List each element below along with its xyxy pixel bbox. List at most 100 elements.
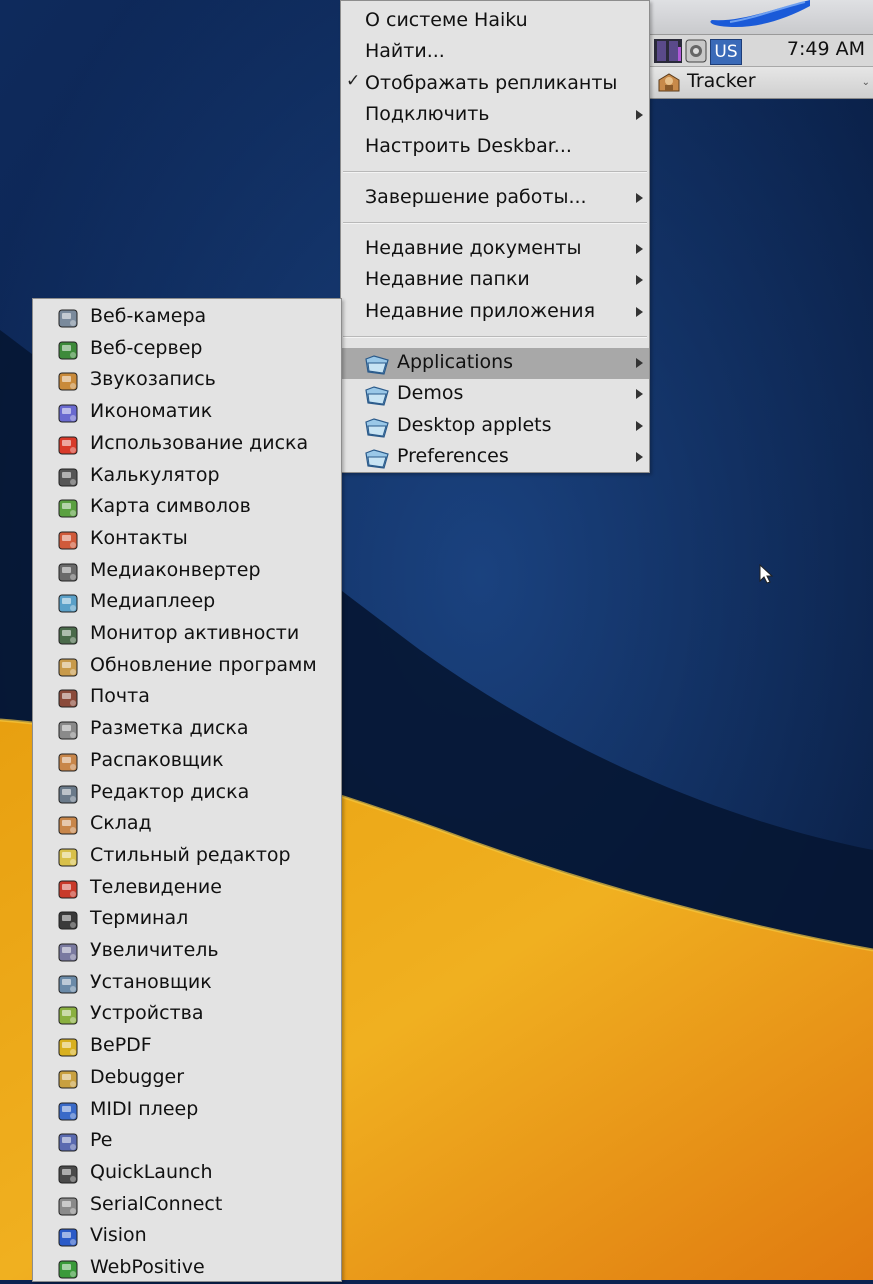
app-menu-item-label: Медиаконвертер [90,558,261,581]
menu-item[interactable]: Preferences [341,442,649,473]
app-menu-item[interactable]: SerialConnect [33,1190,341,1221]
app-menu-item[interactable]: Увеличитель [33,936,341,967]
app-menu-item-label: Калькулятор [90,463,220,486]
menu-item[interactable]: Applications [341,348,649,379]
menu-item[interactable]: Недавние папки [341,265,649,296]
menu-item[interactable]: Недавние приложения [341,297,649,328]
app-menu-item-label: Карта символов [90,495,251,518]
app-menu-item[interactable]: Устройства [33,999,341,1030]
deskbar-logo[interactable] [649,0,873,34]
menu-item[interactable]: Подключить [341,100,649,131]
menu-item[interactable]: Недавние документы [341,234,649,265]
app-menu-item[interactable]: Обновление программ [33,651,341,682]
app-menu-item[interactable]: Pe [33,1126,341,1157]
menu-item[interactable]: Demos [341,379,649,410]
app-menu-item-label: Монитор активности [90,622,300,644]
app-menu-item[interactable]: Телевидение [33,873,341,904]
app-menu-item[interactable]: Распаковщик [33,746,341,777]
app-menu-item[interactable]: Карта символов [33,492,341,523]
app-menu-item[interactable]: Веб-сервер [33,334,341,365]
app-menu-item[interactable]: Установщик [33,968,341,999]
menu-item[interactable]: О системе Haiku [341,6,649,37]
styled-edit-icon [58,848,78,867]
app-menu-item-label: Контакты [90,526,188,549]
expander-icon [58,753,78,772]
media-converter-icon [58,563,78,582]
app-menu-item[interactable]: Склад [33,809,341,840]
tracker-team-item[interactable]: Tracker ⌄ [649,66,873,99]
app-menu-item[interactable]: Веб-камера [33,302,341,333]
deskbar-tray: US 7:49 AM [649,34,873,67]
bepdf-icon [58,1038,78,1057]
icon-editor-icon [58,404,78,423]
volume-icon[interactable] [684,39,708,63]
app-menu-item-label: Vision [90,1224,147,1247]
app-menu-item-label: Разметка диска [90,717,249,740]
menu-item-label: Недавние документы [365,237,582,259]
menu-item-label: Настроить Deskbar... [365,135,572,157]
tv-icon [58,880,78,899]
app-menu-item-label: WebPositive [90,1256,205,1278]
app-menu-item[interactable]: Контакты [33,524,341,555]
software-updater-icon [58,658,78,677]
app-menu-item-label: Икономатик [90,400,213,423]
menu-item-label: Завершение работы... [365,186,587,208]
clock[interactable]: 7:49 AM [787,38,865,60]
keymap-indicator[interactable]: US [710,39,742,65]
folder-icon [365,449,389,469]
installer-icon [58,975,78,994]
submenu-arrow-icon [636,307,643,317]
pe-icon [58,1133,78,1152]
app-menu-item[interactable]: Vision [33,1221,341,1252]
contacts-icon [58,531,78,550]
menu-item-label: Недавние приложения [365,300,596,322]
app-menu-item[interactable]: BePDF [33,1031,341,1062]
serial-connect-icon [58,1197,78,1216]
menu-item-label: Demos [397,382,464,404]
app-menu-item[interactable]: Использование диска [33,429,341,460]
globe-icon [58,341,78,360]
menu-item[interactable]: Найти... [341,37,649,68]
app-menu-item-label: Увеличитель [90,939,219,961]
app-menu-item[interactable]: Звукозапись [33,365,341,396]
app-menu-item[interactable]: Медиаконвертер [33,556,341,587]
app-menu-item-label: Веб-сервер [90,336,203,359]
menu-item[interactable]: Desktop applets [341,411,649,442]
app-menu-item[interactable]: Медиаплеер [33,587,341,618]
app-menu-item[interactable]: Разметка диска [33,714,341,745]
app-menu-item[interactable]: QuickLaunch [33,1158,341,1189]
app-menu-item-label: Терминал [90,907,189,930]
app-menu-item[interactable]: Редактор диска [33,778,341,809]
app-menu-item-label: SerialConnect [90,1192,223,1215]
midi-player-icon [58,1102,78,1120]
submenu-arrow-icon [636,275,643,285]
app-menu-item-label: Редактор диска [90,780,250,803]
folder-icon [365,418,389,438]
calculator-icon [58,468,78,486]
app-menu-item[interactable]: MIDI плеер [33,1095,341,1126]
submenu-arrow-icon [636,244,643,254]
app-menu-item-label: Веб-камера [90,305,207,327]
menu-item-label: О системе Haiku [365,9,528,31]
chevron-down-icon: ⌄ [861,77,870,88]
cpu-meter-icon[interactable] [654,39,682,63]
menu-separator [343,171,647,173]
app-menu-item[interactable]: Стильный редактор [33,841,341,872]
app-menu-item[interactable]: Debugger [33,1063,341,1094]
menu-item[interactable]: ✓ Отображать репликанты [341,69,649,100]
app-menu-item[interactable]: Калькулятор [33,461,341,492]
app-menu-item[interactable]: Монитор активности [33,619,341,650]
menu-item[interactable]: Настроить Deskbar... [341,132,649,163]
app-menu-item[interactable]: Почта [33,682,341,713]
app-menu-item-label: Устройства [90,1002,204,1025]
disk-probe-icon [58,785,78,803]
app-menu-item[interactable]: WebPositive [33,1253,341,1284]
charmap-icon [58,499,78,518]
app-menu-item-label: Почта [90,685,150,708]
keymap-label: US [714,42,738,62]
app-menu-item[interactable]: Терминал [33,904,341,935]
menu-item[interactable]: Завершение работы... [341,183,649,214]
haiku-leaf-icon [710,0,810,28]
submenu-arrow-icon [636,358,643,368]
app-menu-item[interactable]: Икономатик [33,397,341,428]
